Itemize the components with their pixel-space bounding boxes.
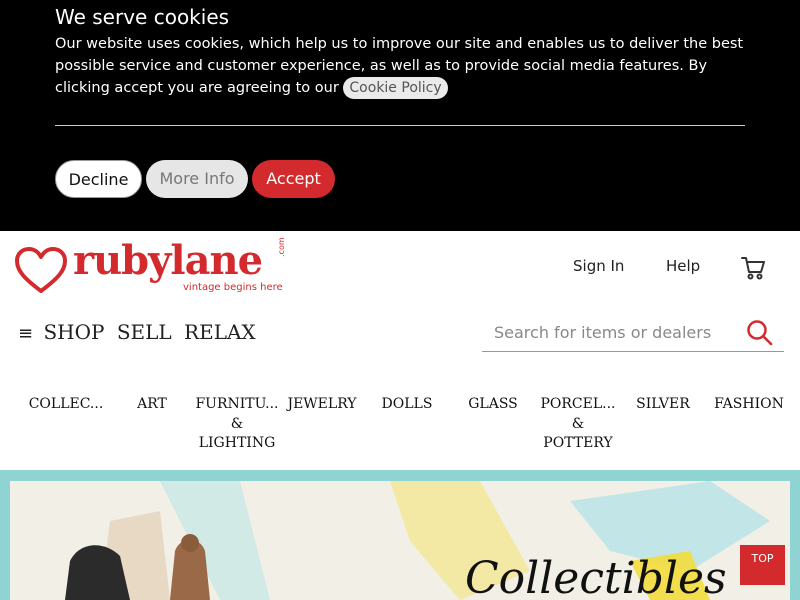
category-fashion[interactable]: FASHION xyxy=(705,395,793,415)
category-glass[interactable]: GLASS xyxy=(449,395,537,415)
hero-image: Collectibles xyxy=(10,481,790,600)
cart-icon[interactable] xyxy=(740,255,766,281)
category-silver[interactable]: SILVER xyxy=(619,395,707,415)
more-info-button[interactable]: More Info xyxy=(146,160,248,198)
cookie-banner: We serve cookies Our website uses cookie… xyxy=(0,0,800,231)
cookie-title: We serve cookies xyxy=(55,5,230,29)
logo-wordmark: rubylane xyxy=(73,237,263,284)
cookie-policy-link[interactable]: Cookie Policy xyxy=(343,77,448,99)
search-input[interactable] xyxy=(482,317,732,347)
sign-in-link[interactable]: Sign In xyxy=(573,257,624,275)
category-dolls[interactable]: DOLLS xyxy=(363,395,451,415)
logo-tagline: vintage begins here xyxy=(183,282,283,293)
search-icon[interactable] xyxy=(746,319,774,347)
nav-shop[interactable]: SHOP xyxy=(43,320,104,344)
cookie-text: Our website uses cookies, which help us … xyxy=(55,33,755,99)
help-link[interactable]: Help xyxy=(666,257,700,275)
decline-button[interactable]: Decline xyxy=(55,160,142,198)
category-jewelry[interactable]: JEWELRY xyxy=(278,395,366,415)
nav-sell[interactable]: SELL xyxy=(117,320,172,344)
category-nav: COLLEC... ART FURNITU... & LIGHTING JEWE… xyxy=(22,395,792,455)
main-nav: ≡ SHOP SELL RELAX xyxy=(18,320,262,344)
hero-title: Collectibles xyxy=(465,553,727,600)
heart-logo-icon xyxy=(15,247,67,293)
category-art[interactable]: ART xyxy=(108,395,196,415)
divider xyxy=(55,125,745,126)
menu-icon[interactable]: ≡ xyxy=(18,323,33,344)
back-to-top-button[interactable]: TOP xyxy=(740,545,785,585)
category-furniture-lighting[interactable]: FURNITU... & LIGHTING xyxy=(193,395,281,454)
accept-button[interactable]: Accept xyxy=(252,160,335,198)
nav-relax[interactable]: RELAX xyxy=(184,320,256,344)
rubylane-logo[interactable]: rubylane .com vintage begins here xyxy=(15,237,295,300)
category-porcelain-pottery[interactable]: PORCEL... & POTTERY xyxy=(534,395,622,454)
search-bar xyxy=(482,313,784,352)
logo-com: .com xyxy=(277,237,286,257)
category-collectibles[interactable]: COLLEC... xyxy=(22,395,110,415)
hero-banner[interactable]: Collectibles xyxy=(0,470,800,600)
